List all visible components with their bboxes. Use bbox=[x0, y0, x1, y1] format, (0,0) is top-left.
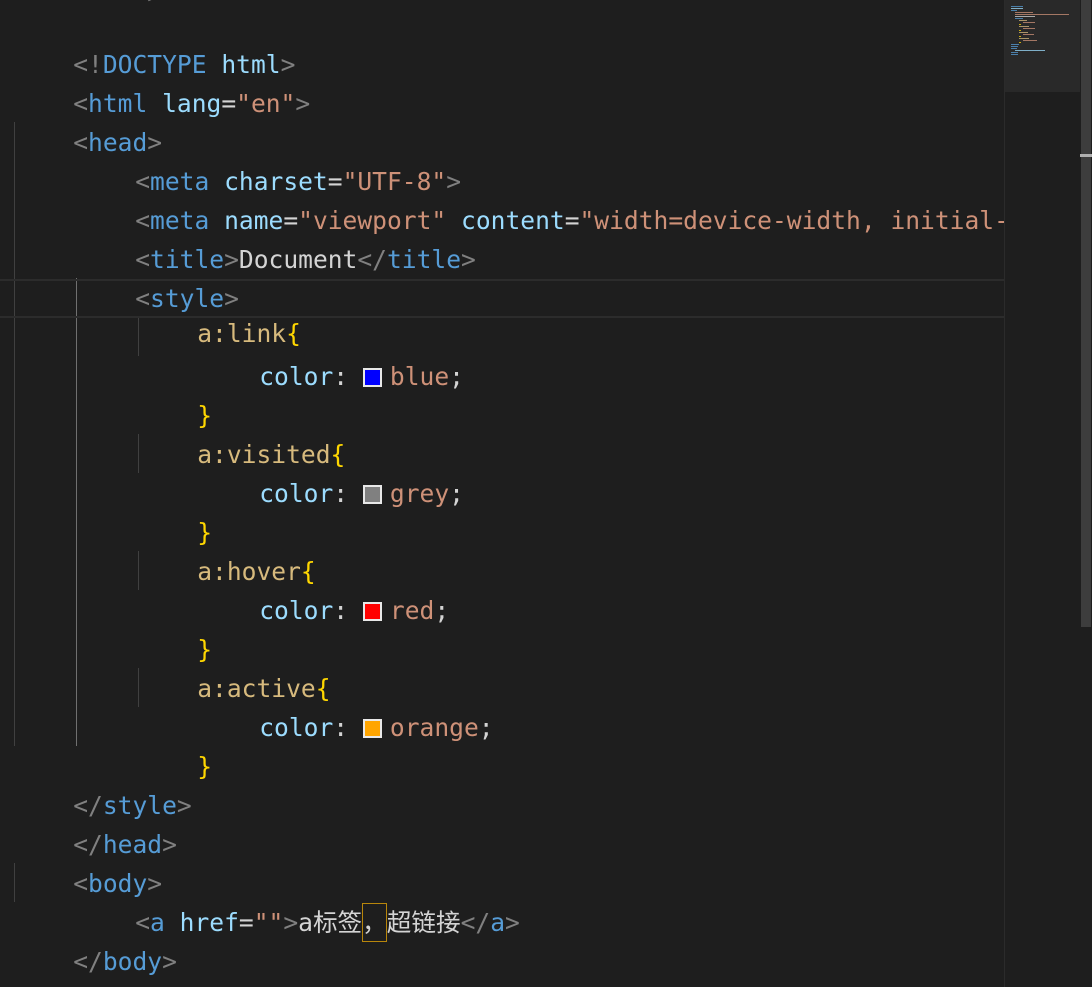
code-line[interactable]: <meta name="viewport" content="width=dev… bbox=[0, 162, 1004, 235]
scrollbar-cursor-marker bbox=[1080, 154, 1092, 157]
code-line[interactable]: <a href="">a标签，超链接</a> bbox=[0, 864, 1004, 942]
code-line[interactable]: <html lang="en"> bbox=[0, 45, 1004, 118]
vertical-scrollbar[interactable] bbox=[1080, 0, 1092, 987]
minimap-line bbox=[1015, 16, 1035, 17]
code-line[interactable]: <head> bbox=[0, 84, 1004, 157]
code-line[interactable]: color: blue; bbox=[0, 318, 1004, 391]
minimap-line bbox=[1011, 8, 1023, 9]
minimap-line bbox=[1023, 34, 1034, 35]
code-line[interactable]: a:hover{ bbox=[0, 513, 1004, 586]
minimap-line bbox=[1019, 20, 1027, 21]
code-line[interactable]: color: orange; bbox=[0, 669, 1004, 742]
minimap-line bbox=[1011, 52, 1018, 53]
minimap-line bbox=[1015, 50, 1045, 51]
minimap-line bbox=[1011, 10, 1017, 11]
code-line[interactable]: } bbox=[0, 708, 1004, 781]
minimap-line bbox=[1011, 54, 1018, 55]
code-line[interactable]: <meta charset="UTF-8"> bbox=[0, 123, 1004, 196]
minimap-line bbox=[1019, 42, 1021, 43]
code-line[interactable]: <body> bbox=[0, 825, 1004, 898]
code-editor[interactable]: > <!DOCTYPE html> <html lang="en"> <head… bbox=[0, 0, 1004, 987]
code-line[interactable]: a:active{ bbox=[0, 630, 1004, 703]
code-line-current[interactable]: a:link{ bbox=[0, 279, 1004, 348]
minimap-line bbox=[1011, 46, 1018, 47]
minimap-line bbox=[1019, 32, 1028, 33]
minimap-line bbox=[1011, 6, 1023, 7]
code-line[interactable]: <!DOCTYPE html> bbox=[0, 6, 1004, 79]
code-line[interactable]: </html> bbox=[0, 942, 1004, 987]
code-line[interactable]: color: grey; bbox=[0, 435, 1004, 508]
code-line[interactable]: color: red; bbox=[0, 552, 1004, 625]
code-line[interactable]: <title>Document</title> bbox=[0, 201, 1004, 274]
minimap-line bbox=[1011, 48, 1017, 49]
minimap-line bbox=[1019, 24, 1021, 25]
scrollbar-thumb[interactable] bbox=[1081, 0, 1091, 627]
minimap-line bbox=[1023, 22, 1035, 23]
minimap-line bbox=[1023, 28, 1035, 29]
code-line[interactable]: <style> bbox=[0, 240, 1004, 313]
minimap-line bbox=[1019, 30, 1021, 31]
minimap[interactable] bbox=[1005, 0, 1080, 987]
minimap-line bbox=[1019, 36, 1021, 37]
code-line[interactable]: </body> bbox=[0, 903, 1004, 976]
minimap-line bbox=[1015, 18, 1023, 19]
minimap-line bbox=[1011, 44, 1019, 45]
code-line[interactable]: a:visited{ bbox=[0, 396, 1004, 469]
minimap-line bbox=[1019, 26, 1029, 27]
code-line[interactable]: } bbox=[0, 357, 1004, 430]
minimap-line bbox=[1015, 14, 1069, 15]
minimap-line bbox=[1023, 40, 1037, 41]
code-line[interactable]: </head> bbox=[0, 786, 1004, 859]
minimap-line bbox=[1015, 12, 1033, 13]
code-line[interactable]: </style> bbox=[0, 747, 1004, 820]
code-line[interactable]: } bbox=[0, 474, 1004, 547]
code-line[interactable]: } bbox=[0, 591, 1004, 664]
minimap-line bbox=[1019, 38, 1029, 39]
